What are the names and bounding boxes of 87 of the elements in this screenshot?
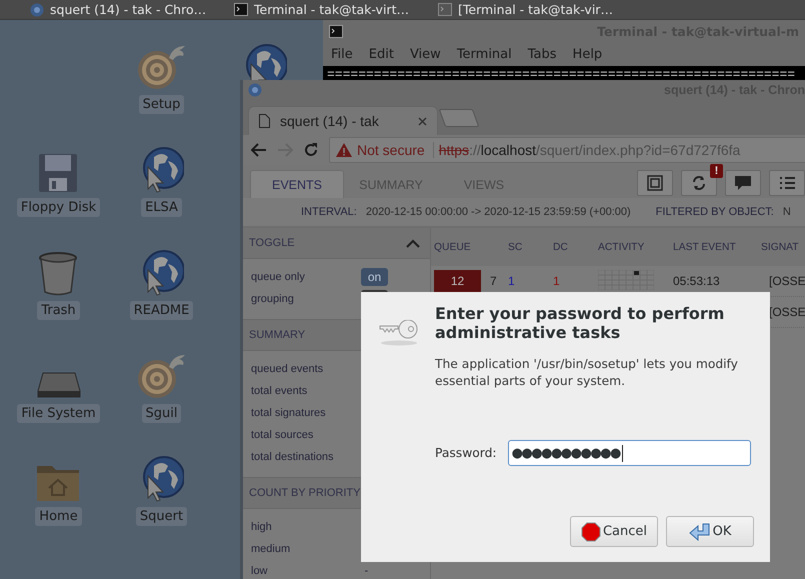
toolbar-button[interactable] [769, 170, 805, 196]
dialog-message: The application '/usr/bin/sosetup' lets you modify essential parts of your system. [435, 356, 739, 390]
toolbar-button[interactable] [725, 170, 761, 196]
table-cell: 1 [508, 274, 515, 288]
sidebar-value: - [364, 565, 368, 577]
sidebar-item: low [251, 565, 268, 577]
taskbar-item[interactable]: Terminal - tak@tak-virt… [234, 2, 424, 17]
return-arrow-icon [688, 522, 711, 540]
terminal-output: ============================================================ [327, 67, 796, 82]
sidebar-item: total destinations [251, 451, 334, 463]
menu-item[interactable]: Terminal [456, 46, 512, 62]
dialog-title: Enter your password to perform administrative tasks [435, 304, 726, 342]
browser-tab[interactable]: squert (14) - tak [248, 106, 438, 135]
toolbar-button[interactable] [637, 170, 673, 196]
onion-icon [136, 44, 186, 90]
interval-value: 2020-12-15 00:00:00 -> 2020-12-15 23:59:59 (+00:00) [366, 206, 631, 218]
desktop-icon-label[interactable]: ELSA [141, 198, 182, 217]
column-header[interactable]: SIGNAT [761, 242, 799, 252]
desktop-icon-label[interactable]: README [130, 301, 194, 320]
back-icon[interactable] [251, 143, 267, 157]
table-cell: 7 [490, 274, 497, 288]
taskbar-item[interactable]: squert (14) - tak - Chro… [30, 2, 220, 17]
terminal-icon [329, 24, 343, 38]
interval-label: INTERVAL: [301, 206, 357, 218]
table-cell: 05:53:13 [673, 274, 720, 288]
ok-button[interactable]: OK [666, 516, 754, 547]
table-cell: [OSSE [769, 274, 805, 288]
filter-value: N [782, 206, 791, 218]
sidebar-item: medium [251, 543, 290, 555]
desktop-icon-label[interactable]: Home [35, 507, 82, 526]
desktop-icon-label[interactable]: Setup [138, 95, 184, 114]
column-header[interactable]: LAST EVENT [673, 242, 736, 252]
column-header[interactable]: ACTIVITY [598, 242, 644, 252]
reload-icon[interactable] [303, 142, 319, 158]
chevron-icon[interactable] [406, 238, 420, 248]
column-header[interactable]: QUEUE [434, 242, 471, 252]
column-header[interactable]: DC [553, 242, 568, 252]
close-icon[interactable] [418, 116, 427, 126]
desktop-icon-label[interactable]: Squert [136, 507, 188, 526]
toggle-button[interactable]: on [361, 268, 388, 286]
menu-item[interactable]: Help [572, 46, 602, 62]
stop-icon [580, 522, 601, 542]
list-icon [779, 176, 795, 190]
alert-badge: ! [710, 164, 723, 178]
taskbar-item[interactable]: [Terminal - tak@tak-vir… [438, 2, 628, 17]
comment-icon [734, 175, 752, 191]
password-field[interactable]: ●●●●●●●●●●● [508, 440, 751, 466]
sidebar-item: queue only [251, 271, 305, 283]
sidebar-item: high [251, 521, 272, 533]
desktop-icon-label[interactable]: File System [17, 404, 100, 423]
table-cell: [OSSE [769, 305, 805, 319]
section-title: COUNT BY PRIORITY [249, 487, 360, 499]
browser-icon [248, 83, 262, 97]
password-label: Password: [435, 446, 497, 460]
menu-item[interactable]: View [410, 46, 441, 62]
sidebar-item: grouping [251, 293, 294, 305]
terminal-icon [234, 3, 248, 16]
desktop-icon-label[interactable]: Floppy Disk [16, 198, 100, 217]
browser-icon [30, 2, 44, 16]
section-title: TOGGLE [249, 237, 295, 249]
section-header[interactable]: TOGGLE [243, 228, 430, 259]
key-icon [378, 320, 420, 346]
sidebar-item: total signatures [251, 407, 326, 419]
warning-icon [336, 143, 352, 157]
onion-icon [136, 353, 186, 399]
toolbar-button[interactable] [681, 170, 717, 196]
cancel-button[interactable]: Cancel [570, 516, 658, 547]
menu-item[interactable]: Tabs [528, 46, 557, 62]
refresh-icon [691, 175, 707, 191]
desktop-icon-label[interactable]: Sguil [142, 404, 182, 423]
table-cell: 1 [553, 274, 560, 288]
menu-item[interactable]: Edit [368, 46, 394, 62]
hard-drive-icon [36, 371, 80, 399]
document-icon [259, 114, 270, 128]
nav-tab[interactable]: EVENTS [250, 170, 344, 198]
terminal-icon [438, 3, 452, 16]
menu-item[interactable]: File [331, 46, 353, 62]
desktop-icon-label[interactable]: Trash [37, 301, 80, 320]
sidebar-item: total sources [251, 429, 314, 441]
filter-label: FILTERED BY OBJECT: [656, 206, 774, 218]
fullscreen-icon [647, 175, 663, 191]
sidebar-item: queued events [251, 363, 324, 375]
sidebar-item: total events [251, 385, 308, 397]
section-title: SUMMARY [249, 329, 306, 341]
trash-icon [38, 252, 78, 296]
column-header[interactable]: SC [508, 242, 522, 252]
queue-count[interactable]: 12 [434, 270, 481, 292]
